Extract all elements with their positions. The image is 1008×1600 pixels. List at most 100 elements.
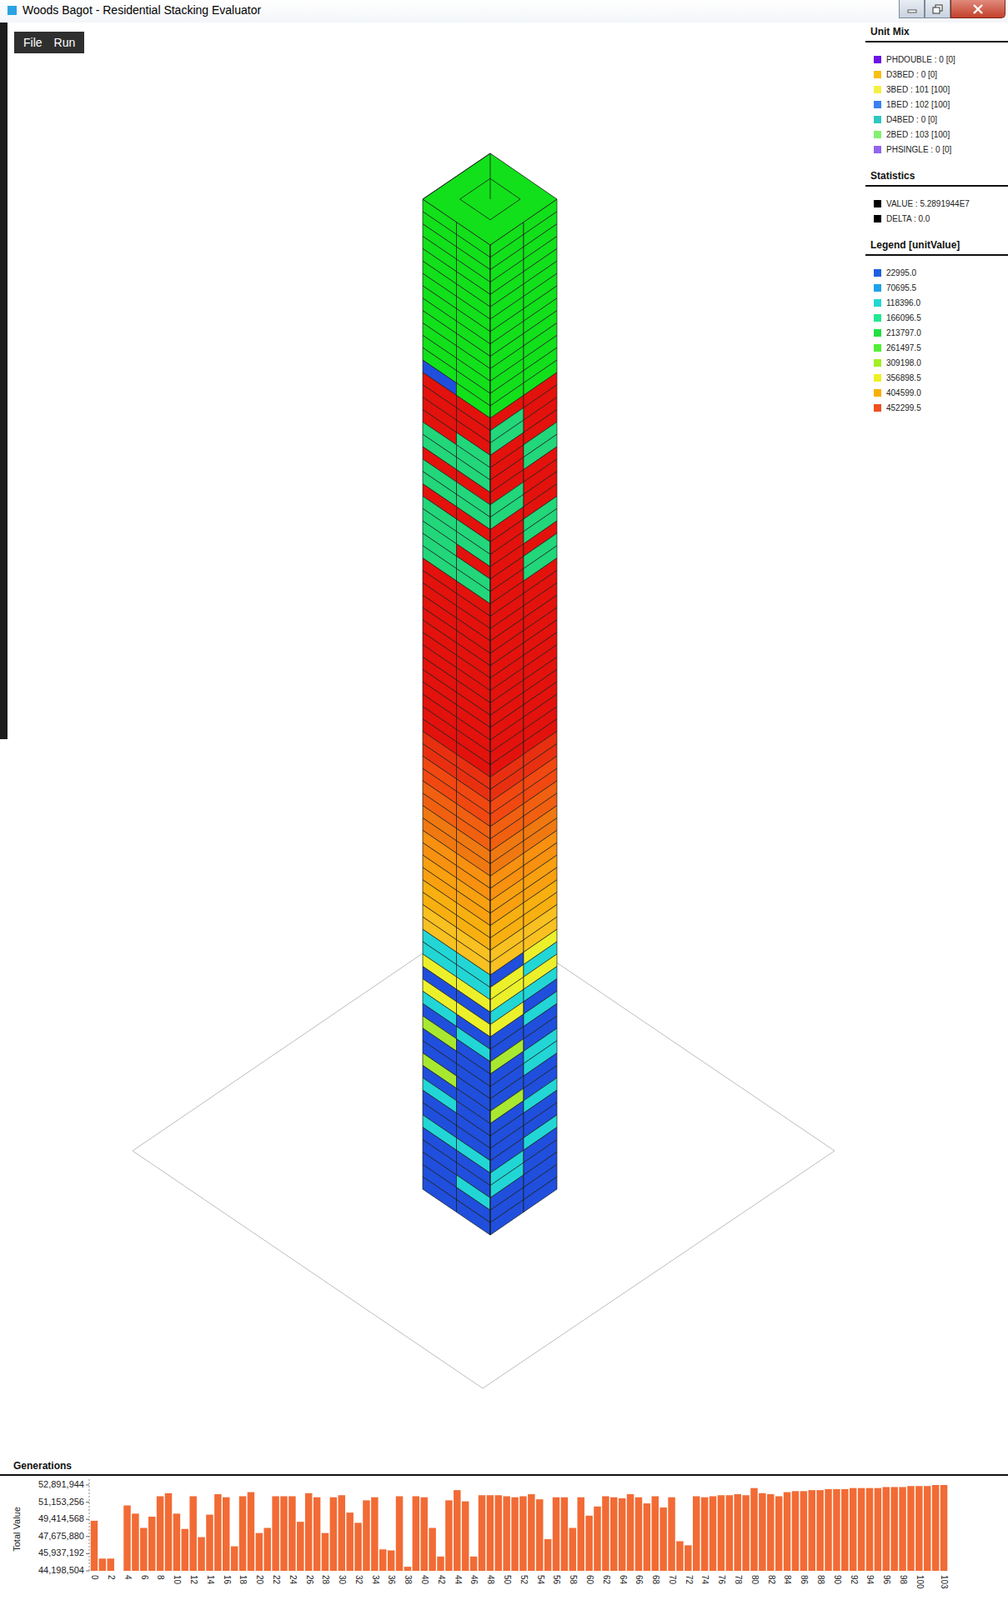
generation-bar xyxy=(362,1500,370,1572)
color-swatch xyxy=(873,85,882,94)
section-list: 22995.070695.5118396.0166096.5213797.026… xyxy=(865,255,1008,416)
generation-bar xyxy=(816,1490,823,1572)
generation-bar xyxy=(659,1508,667,1572)
main-body: FileRunUnit MixPHDOUBLE : 0 [0]D3BED : 0… xyxy=(0,22,1008,1459)
generation-bar xyxy=(800,1491,808,1572)
color-swatch xyxy=(873,269,882,277)
x-tick: 38 xyxy=(403,1575,413,1586)
tower-roof xyxy=(422,153,557,246)
x-tick: 4 xyxy=(123,1575,133,1581)
generation-bar xyxy=(676,1541,683,1572)
item-label: 356898.5 xyxy=(886,373,922,383)
item-label: 452299.5 xyxy=(886,403,922,413)
color-swatch xyxy=(873,404,882,412)
generation-bar xyxy=(379,1549,387,1572)
x-tick: 60 xyxy=(585,1575,595,1586)
x-tick: 98 xyxy=(898,1575,908,1586)
close-button[interactable] xyxy=(950,0,1006,19)
section-item: 70695.5 xyxy=(873,280,1008,296)
generation-bar xyxy=(667,1498,675,1572)
item-label: 261497.5 xyxy=(886,343,922,353)
generations-chart: Total Value52,891,94451,153,25649,414,56… xyxy=(0,1476,1008,1600)
x-tick: 12 xyxy=(189,1575,199,1586)
section-item: 1BED : 102 [100] xyxy=(873,96,1008,112)
x-tick: 66 xyxy=(634,1575,644,1586)
section-item: 166096.5 xyxy=(873,310,1008,326)
generation-bar xyxy=(90,1521,98,1572)
x-tick: 44 xyxy=(453,1575,463,1586)
color-swatch xyxy=(873,70,882,79)
item-label: D3BED : 0 [0] xyxy=(886,70,938,80)
x-tick: 72 xyxy=(684,1575,694,1586)
generation-bar xyxy=(313,1498,321,1572)
generation-bar xyxy=(478,1495,486,1572)
x-tick: 40 xyxy=(420,1575,430,1586)
section-item: 404599.0 xyxy=(873,385,1008,401)
y-axis xyxy=(89,1479,91,1572)
generation-bar xyxy=(882,1487,890,1572)
generation-bar xyxy=(280,1496,287,1572)
generation-bar xyxy=(230,1547,238,1572)
generation-bar xyxy=(486,1495,494,1572)
unit-cell xyxy=(422,1177,457,1213)
item-label: 3BED : 101 [100] xyxy=(886,85,950,95)
svg-text:51,153,256: 51,153,256 xyxy=(38,1497,85,1508)
generation-bar xyxy=(412,1496,420,1572)
generation-bar xyxy=(404,1567,412,1572)
generation-bar xyxy=(775,1496,783,1572)
x-tick: 28 xyxy=(320,1575,331,1586)
x-tick: 48 xyxy=(486,1575,496,1586)
x-tick: 88 xyxy=(816,1575,826,1586)
x-tick: 8 xyxy=(155,1575,166,1581)
generation-bar xyxy=(593,1507,601,1572)
generation-bar xyxy=(569,1529,577,1572)
color-swatch xyxy=(873,145,882,154)
generation-bar xyxy=(255,1534,263,1572)
generation-bar xyxy=(445,1500,452,1572)
generation-bar xyxy=(824,1489,832,1572)
generation-bar xyxy=(330,1498,337,1572)
section-item: 118396.0 xyxy=(873,295,1008,311)
item-label: DELTA : 0.0 xyxy=(886,214,930,224)
section-rule xyxy=(865,40,1008,43)
x-tick: 82 xyxy=(767,1575,777,1586)
x-tick: 52 xyxy=(519,1575,529,1586)
x-tick: 24 xyxy=(288,1575,298,1586)
generation-bar xyxy=(890,1487,898,1572)
menu-item[interactable]: File xyxy=(17,34,49,51)
x-tick: 32 xyxy=(354,1575,364,1586)
x-tick: 58 xyxy=(568,1575,578,1586)
roof-edge xyxy=(422,153,491,200)
x-tick: 26 xyxy=(305,1575,315,1586)
generation-bar xyxy=(222,1498,230,1572)
x-tick: 76 xyxy=(717,1575,727,1586)
generation-bar xyxy=(106,1559,114,1572)
svg-text:44,198,504: 44,198,504 xyxy=(38,1565,85,1576)
generation-bar xyxy=(239,1496,246,1572)
menu-item[interactable]: Run xyxy=(48,34,82,51)
x-tick: 64 xyxy=(618,1575,628,1586)
x-tick: 68 xyxy=(651,1575,661,1586)
x-tick: 18 xyxy=(238,1575,248,1586)
color-swatch xyxy=(873,389,882,397)
x-tick: 54 xyxy=(536,1575,546,1586)
x-tick: 70 xyxy=(667,1575,678,1586)
generation-bar xyxy=(701,1498,708,1572)
restore-button[interactable] xyxy=(924,0,951,19)
section-title: Unit Mix xyxy=(865,22,1008,41)
item-label: 70695.5 xyxy=(886,283,917,293)
item-label: 1BED : 102 [100] xyxy=(886,100,950,110)
generation-bar xyxy=(684,1545,692,1572)
generation-bar xyxy=(601,1496,609,1572)
generation-bar xyxy=(742,1495,749,1572)
viewport[interactable]: FileRun xyxy=(7,22,866,1459)
generation-bar xyxy=(181,1529,189,1572)
x-tick: 6 xyxy=(140,1575,150,1581)
minimize-button[interactable] xyxy=(898,0,925,19)
color-swatch xyxy=(873,344,882,352)
generation-bar xyxy=(387,1550,395,1572)
generation-bar xyxy=(115,1571,122,1573)
y-tick: 51,153,256 xyxy=(38,1497,90,1508)
legend: Legend [unitValue]22995.070695.5118396.0… xyxy=(865,235,1008,416)
generation-bar xyxy=(148,1517,156,1572)
